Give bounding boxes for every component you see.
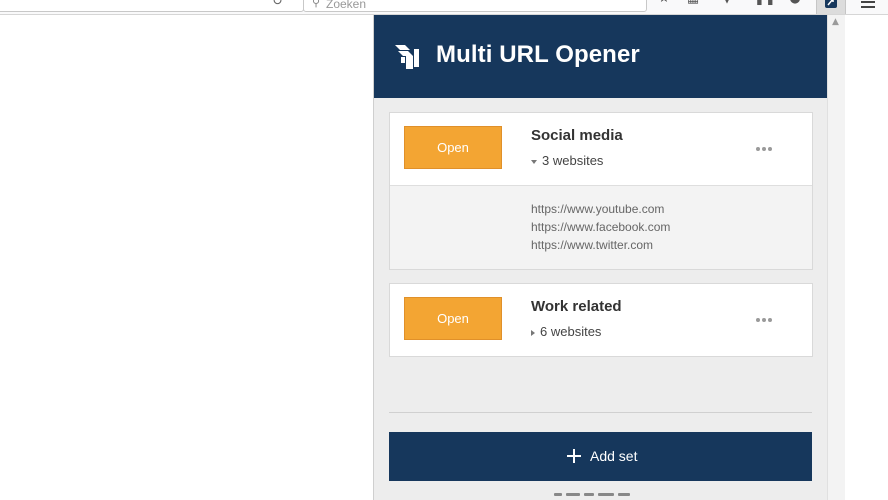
bookmark-star-icon[interactable]: ★ xyxy=(657,0,671,6)
popup-header: Multi URL Opener xyxy=(374,15,827,98)
plus-icon xyxy=(566,448,582,464)
add-set-label: Add set xyxy=(590,448,638,464)
dot-icon xyxy=(756,318,760,322)
url-item: https://www.facebook.com xyxy=(531,220,671,234)
browser-toolbar: ↻ ⚲ Zoeken ★ ▦ ▼ ❚❚ ● xyxy=(0,0,888,15)
dot-icon xyxy=(762,318,766,322)
search-placeholder: Zoeken xyxy=(326,0,367,11)
set-name: Work related xyxy=(531,298,622,315)
scroll-up-arrow-icon[interactable]: ▲ xyxy=(832,17,839,27)
dot-icon xyxy=(768,147,772,151)
set-card-header: Open Social media 3 websites xyxy=(390,113,812,185)
address-bar[interactable] xyxy=(0,0,304,12)
url-list: https://www.youtube.com https://www.face… xyxy=(390,185,812,269)
divider xyxy=(389,412,812,413)
scrollbar[interactable]: ▲ xyxy=(827,15,845,500)
dot-icon xyxy=(762,147,766,151)
cut-off-footer-text xyxy=(554,493,644,500)
set-count-label: 6 websites xyxy=(540,324,602,339)
url-item: https://www.twitter.com xyxy=(531,238,654,252)
open-set-button[interactable]: Open xyxy=(404,297,502,340)
dot-icon xyxy=(756,147,760,151)
open-set-button[interactable]: Open xyxy=(404,126,502,169)
search-bar[interactable]: ⚲ Zoeken xyxy=(303,0,647,12)
add-set-button[interactable]: Add set xyxy=(389,432,812,481)
url-item: https://www.youtube.com xyxy=(531,202,665,216)
set-count-toggle[interactable]: 6 websites xyxy=(531,324,601,339)
more-options-button[interactable] xyxy=(754,138,786,158)
caret-right-icon xyxy=(531,329,535,336)
hamburger-menu-icon[interactable] xyxy=(858,0,880,14)
set-card-social-media: Open Social media 3 websites https://www… xyxy=(389,112,813,270)
set-count-label: 3 websites xyxy=(542,153,604,168)
reload-icon[interactable]: ↻ xyxy=(272,0,283,9)
set-card-header: Open Work related 6 websites xyxy=(390,284,812,356)
pause-icon[interactable]: ❚❚ xyxy=(754,0,776,6)
app-title: Multi URL Opener xyxy=(436,41,640,68)
dot-icon xyxy=(768,318,772,322)
multi-url-extension-icon[interactable] xyxy=(816,0,846,14)
pocket-icon[interactable]: ▼ xyxy=(720,0,734,6)
set-count-toggle[interactable]: 3 websites xyxy=(531,153,603,168)
app-logo-icon xyxy=(395,45,419,69)
multi-url-opener-popup: Multi URL Opener ▲ Open Social media 3 w… xyxy=(373,15,845,500)
caret-down-icon xyxy=(531,159,537,164)
set-card-work-related: Open Work related 6 websites xyxy=(389,283,813,357)
search-icon: ⚲ xyxy=(312,0,321,9)
more-options-button[interactable] xyxy=(754,309,786,329)
set-name: Social media xyxy=(531,127,623,144)
profile-icon[interactable]: ● xyxy=(788,0,802,6)
library-icon[interactable]: ▦ xyxy=(686,0,700,6)
